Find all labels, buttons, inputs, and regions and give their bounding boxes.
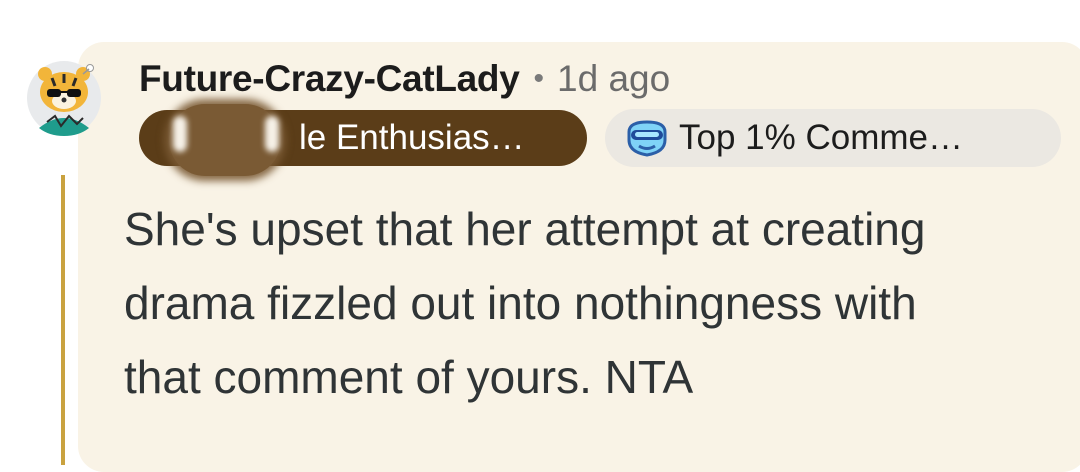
top-commenter-flair-text: Top 1% Comme…	[679, 118, 963, 157]
user-flair-text: le Enthusias…	[299, 118, 525, 157]
top-commenter-flair[interactable]: Top 1% Comme…	[605, 109, 1061, 167]
top-commenter-badge-icon	[627, 120, 667, 157]
tiger-snoo-avatar-icon[interactable]	[19, 56, 109, 136]
comment-body-line: She's upset that her attempt at creating	[124, 203, 926, 255]
redaction-ghost-left	[173, 116, 187, 152]
comment-timestamp: 1d ago	[557, 58, 671, 99]
separator-dot: •	[533, 62, 545, 95]
comment-body-line: that comment of yours. NTA	[124, 351, 694, 403]
flair-row: le Enthusias… Top 1% Comme…	[139, 104, 1061, 176]
comment-body: She's upset that her attempt at creating…	[124, 192, 1064, 414]
comment-body-line: drama fizzled out into nothingness with	[124, 277, 917, 329]
comment-header: Future-Crazy-CatLady • 1d ago	[139, 56, 670, 102]
username-link[interactable]: Future-Crazy-CatLady	[139, 58, 520, 100]
user-flair[interactable]: le Enthusias…	[139, 104, 587, 176]
redaction-smudge	[169, 104, 281, 176]
thread-collapse-line[interactable]	[61, 175, 65, 465]
redaction-ghost-right	[265, 116, 279, 152]
